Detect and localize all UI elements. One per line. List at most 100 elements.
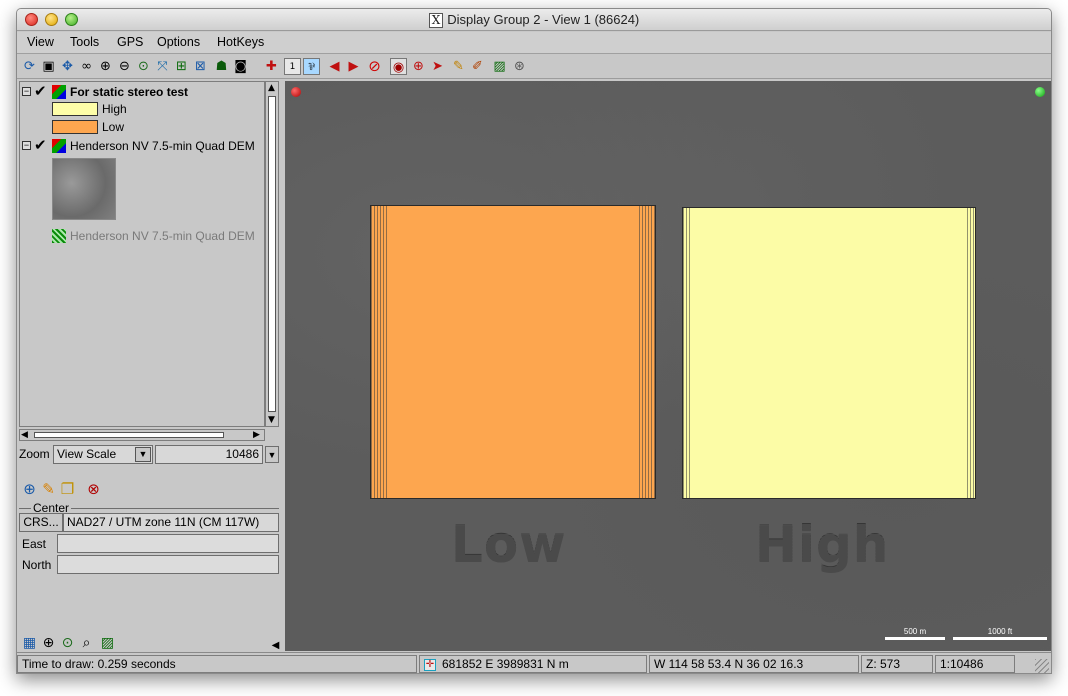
- toolbar: ⟳ ▣ ✥ ∞ ⊕ ⊖ ⊙ ⤧ ⊞ ⊠ ☗ ◙ ✚ 1 ⅌ ◀ ▶ ⊘ ◉ ⊕ …: [17, 55, 1051, 79]
- high-square: [682, 207, 976, 499]
- layer-icon: [52, 139, 66, 153]
- scroll-thumb[interactable]: [268, 96, 276, 412]
- fit-icon[interactable]: ⤧: [154, 58, 171, 75]
- collapse-icon[interactable]: −: [22, 87, 31, 96]
- vector-layer-icon: [52, 229, 66, 243]
- crs-button[interactable]: CRS...: [19, 513, 63, 532]
- search-icon[interactable]: ⌕: [78, 635, 95, 652]
- zoom-mode-select[interactable]: View Scale ▼: [53, 445, 153, 464]
- draw-time: Time to draw: 0.259 seconds: [17, 655, 417, 673]
- layer-group-stereo[interactable]: − ✔ For static stereo test: [22, 82, 264, 101]
- east-field[interactable]: [57, 534, 279, 553]
- layer-group-dem[interactable]: − ✔ Henderson NV 7.5-min Quad DEM: [22, 136, 264, 155]
- scale-readout: 1:10486: [935, 655, 1015, 673]
- legend-label-low: Low: [102, 120, 125, 134]
- red-status-indicator: [291, 87, 301, 97]
- center-group: Center CRS... NAD27 / UTM zone 11N (CM 1…: [19, 501, 279, 581]
- export-icon[interactable]: ▨: [99, 635, 116, 652]
- menu-gps[interactable]: GPS: [117, 35, 143, 49]
- back-icon[interactable]: ◀: [326, 58, 343, 75]
- close-circle-icon[interactable]: ⊗: [85, 481, 102, 498]
- north-label: North: [22, 558, 52, 572]
- target-icon[interactable]: ◉: [390, 58, 407, 75]
- checkmark-icon[interactable]: ✔: [34, 82, 47, 100]
- scale-imperial-bar: [953, 637, 1047, 640]
- collapse-icon[interactable]: −: [22, 141, 31, 150]
- layer-name: Henderson NV 7.5-min Quad DEM: [70, 229, 255, 243]
- north-field[interactable]: [57, 555, 279, 574]
- chevron-down-icon[interactable]: ▼: [135, 447, 151, 462]
- stereo-edge: [683, 208, 691, 498]
- zoom-value: 10486: [225, 447, 259, 461]
- scroll-thumb[interactable]: [34, 432, 224, 438]
- scale-metric-bar: [885, 637, 945, 640]
- map-viewport[interactable]: Low High 500 m 1000 ft: [285, 81, 1051, 651]
- app-window: X Display Group 2 - View 1 (86624) View T…: [16, 8, 1052, 674]
- low-square: [370, 205, 656, 499]
- layer-icon: [52, 85, 66, 99]
- add-layer-icon[interactable]: ✚: [263, 58, 280, 75]
- window-title: X Display Group 2 - View 1 (86624): [17, 12, 1051, 28]
- users-icon[interactable]: ☗: [213, 58, 230, 75]
- zoom-out-icon[interactable]: ⊖: [116, 58, 133, 75]
- pointer-icon[interactable]: ➤: [429, 58, 446, 75]
- zoom-extent-icon[interactable]: ⊙: [135, 58, 152, 75]
- x11-icon: X: [428, 13, 444, 28]
- scroll-left-icon[interactable]: ◀: [21, 430, 28, 440]
- zoom-mode-value: View Scale: [57, 447, 117, 461]
- coordinate-readout: ✛ 681852 E 3989831 N m: [419, 655, 647, 673]
- menu-view[interactable]: View: [27, 35, 54, 49]
- status-bar: Time to draw: 0.259 seconds ✛ 681852 E 39…: [17, 652, 1051, 673]
- frame-icon[interactable]: ▣: [40, 58, 57, 75]
- measure-icon[interactable]: ⅌: [303, 58, 320, 75]
- latlon-readout: W 114 58 53.4 N 36 02 16.3: [649, 655, 859, 673]
- scale-1-icon[interactable]: 1: [284, 58, 301, 75]
- binoculars-icon[interactable]: ∞: [78, 58, 95, 75]
- brush-icon[interactable]: ✐: [469, 58, 486, 75]
- legend-label-high: High: [102, 102, 127, 116]
- forward-icon[interactable]: ▶: [345, 58, 362, 75]
- grid-icon[interactable]: ⊞: [173, 58, 190, 75]
- dem-thumbnail: [52, 158, 116, 220]
- pencil-location-icon[interactable]: ✎: [40, 481, 57, 498]
- resize-grip-icon[interactable]: [1035, 659, 1049, 673]
- checkmark-icon[interactable]: ✔: [34, 136, 47, 154]
- layer-name: Henderson NV 7.5-min Quad DEM: [70, 139, 255, 153]
- scroll-right-icon[interactable]: ▶: [253, 430, 260, 440]
- zoom-in-icon[interactable]: ⊕: [97, 58, 114, 75]
- image-icon[interactable]: ▨: [491, 58, 508, 75]
- coord-target-icon[interactable]: ✛: [424, 658, 436, 671]
- folder-open-icon[interactable]: ❐: [59, 481, 76, 498]
- crosshair-icon[interactable]: ⊕: [21, 481, 38, 498]
- legend-vertical-scrollbar[interactable]: ▲ ▼: [265, 81, 279, 427]
- legend-horizontal-scrollbar[interactable]: ◀ ▶: [19, 429, 265, 441]
- refresh-icon[interactable]: ⟳: [21, 58, 38, 75]
- zoom-dropdown-icon[interactable]: ▼: [265, 446, 279, 463]
- zoom-red-icon[interactable]: ⊕: [410, 58, 427, 75]
- zoom-in-icon[interactable]: ⊕: [40, 635, 57, 652]
- menu-tools[interactable]: Tools: [70, 35, 99, 49]
- zoom-extent-icon[interactable]: ⊙: [59, 635, 76, 652]
- scroll-down-icon[interactable]: ▼: [268, 415, 275, 425]
- legend-swatch-low: [52, 120, 98, 134]
- menu-bar: View Tools GPS Options HotKeys: [17, 32, 1051, 54]
- high-label: High: [755, 515, 890, 573]
- scroll-up-icon[interactable]: ▲: [268, 83, 275, 93]
- pencil-icon[interactable]: ✎: [450, 58, 467, 75]
- table-icon[interactable]: ▦: [21, 635, 38, 652]
- zoom-value-field[interactable]: 10486: [155, 445, 263, 464]
- stop-icon[interactable]: ⊘: [366, 58, 383, 75]
- elevation-readout: Z: 573: [861, 655, 933, 673]
- select-icon[interactable]: ⊠: [192, 58, 209, 75]
- gps-icon[interactable]: ⊛: [511, 58, 528, 75]
- utm-coords: 681852 E 3989831 N m: [442, 657, 569, 671]
- camera-icon[interactable]: ◙: [232, 58, 249, 75]
- zoom-label: Zoom: [19, 447, 50, 461]
- layer-item-dem-vector[interactable]: Henderson NV 7.5-min Quad DEM: [22, 228, 264, 245]
- pan-icon[interactable]: ✥: [59, 58, 76, 75]
- stereo-edge: [639, 206, 655, 498]
- menu-options[interactable]: Options: [157, 35, 200, 49]
- menu-hotkeys[interactable]: HotKeys: [217, 35, 264, 49]
- low-label: Low: [451, 515, 567, 573]
- stereo-edge: [371, 206, 387, 498]
